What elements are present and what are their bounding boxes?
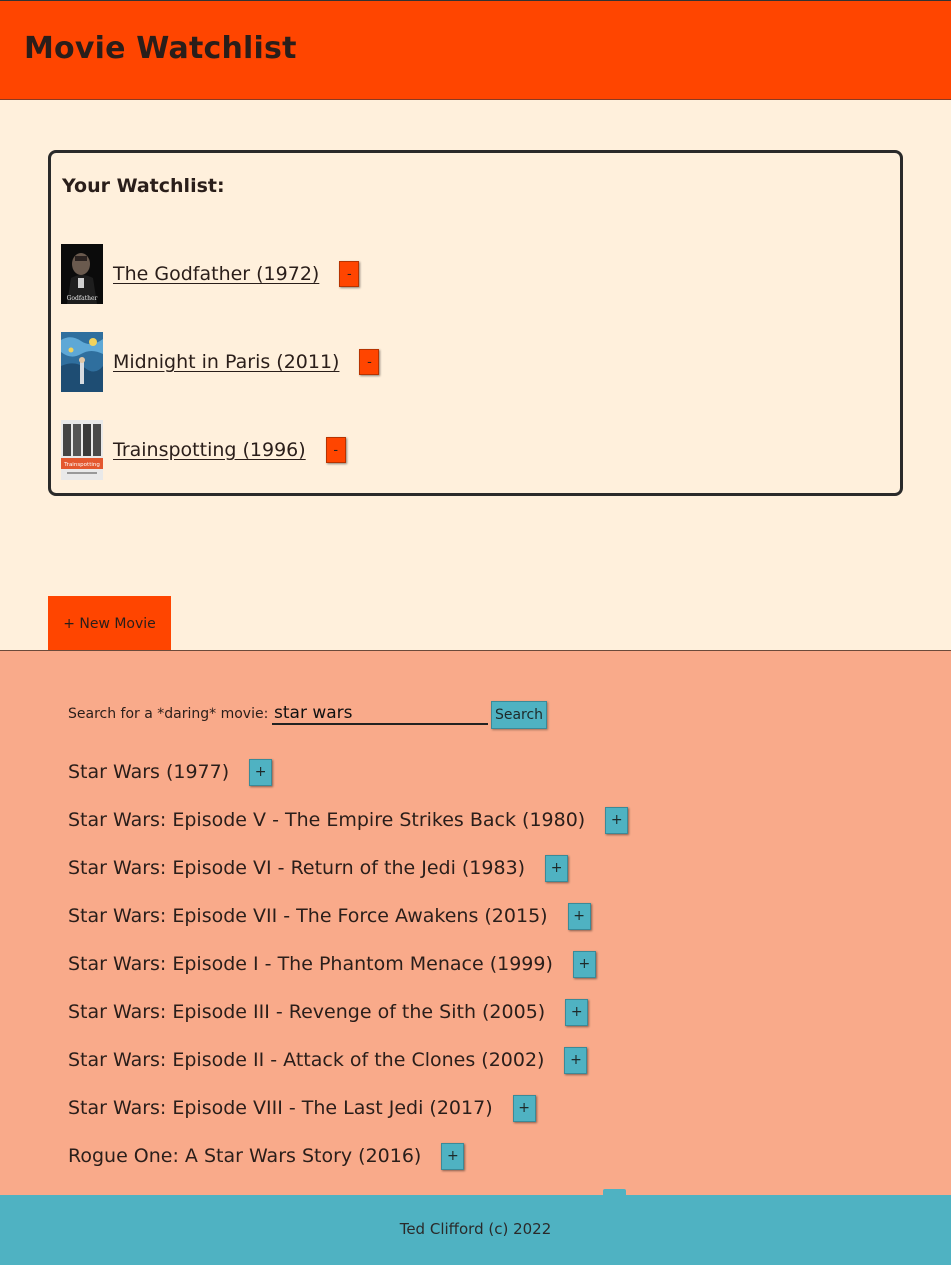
watchlist-item: Godfather The Godfather (1972) - bbox=[61, 244, 360, 304]
new-movie-button[interactable]: + New Movie bbox=[48, 596, 171, 651]
watchlist-card: Your Watchlist: Godfather The Godfather … bbox=[48, 150, 903, 496]
remove-button[interactable]: - bbox=[339, 261, 360, 287]
result-title: Star Wars: Episode VI - Return of the Je… bbox=[68, 857, 526, 879]
watchlist-item: Midnight in Paris (2011) - bbox=[61, 332, 380, 392]
app-header: Movie Watchlist bbox=[0, 0, 951, 100]
search-result: Star Wars: Episode II - Attack of the Cl… bbox=[68, 1045, 588, 1075]
result-title: Star Wars: Episode V - The Empire Strike… bbox=[68, 809, 586, 831]
result-title: Star Wars: Episode VIII - The Last Jedi … bbox=[68, 1097, 493, 1119]
add-button[interactable]: + bbox=[565, 998, 589, 1026]
search-label: Search for a *daring* movie: bbox=[68, 706, 269, 722]
midnight-in-paris-poster-icon bbox=[61, 332, 103, 392]
add-button[interactable]: + bbox=[249, 758, 273, 786]
app-footer: Ted Clifford (c) 2022 bbox=[0, 1189, 951, 1265]
result-title: Star Wars: Episode II - Attack of the Cl… bbox=[68, 1049, 545, 1071]
result-title: Star Wars: Episode III - Revenge of the … bbox=[68, 1001, 546, 1023]
result-title: Star Wars (1977) bbox=[68, 761, 230, 783]
page-title: Movie Watchlist bbox=[24, 31, 297, 66]
watchlist-item: Trainspotting Trainspotting (1996) - bbox=[61, 420, 346, 480]
remove-button[interactable]: - bbox=[359, 349, 380, 375]
footer-credit: Ted Clifford (c) 2022 bbox=[399, 1220, 552, 1238]
trainspotting-poster-icon: Trainspotting bbox=[61, 420, 103, 480]
godfather-poster-icon: Godfather bbox=[61, 244, 103, 304]
search-section: Search for a *daring* movie: Search Star… bbox=[0, 650, 951, 1195]
result-title: Star Wars: Episode I - The Phantom Menac… bbox=[68, 953, 553, 975]
search-result: Star Wars (1977) + bbox=[68, 757, 273, 787]
search-result: Rogue One: A Star Wars Story (2016) + bbox=[68, 1141, 465, 1171]
search-input[interactable] bbox=[272, 703, 488, 725]
add-button[interactable]: + bbox=[572, 950, 596, 978]
add-button[interactable]: + bbox=[605, 806, 629, 834]
search-result: Star Wars: Episode V - The Empire Strike… bbox=[68, 805, 629, 835]
footer-tab bbox=[603, 1189, 626, 1197]
watchlist-heading: Your Watchlist: bbox=[62, 175, 225, 197]
add-button[interactable]: + bbox=[545, 854, 569, 882]
search-result: Star Wars: Episode VII - The Force Awake… bbox=[68, 901, 591, 931]
search-result: Star Wars: Episode III - Revenge of the … bbox=[68, 997, 589, 1027]
result-title: Rogue One: A Star Wars Story (2016) bbox=[68, 1145, 422, 1167]
search-result: Star Wars: Episode I - The Phantom Menac… bbox=[68, 949, 596, 979]
add-button[interactable]: + bbox=[567, 902, 591, 930]
movie-link[interactable]: Trainspotting (1996) bbox=[113, 439, 306, 461]
remove-button[interactable]: - bbox=[325, 437, 346, 463]
movie-link[interactable]: Midnight in Paris (2011) bbox=[113, 351, 339, 373]
add-button[interactable]: + bbox=[441, 1142, 465, 1170]
search-button[interactable]: Search bbox=[491, 701, 547, 729]
movie-link[interactable]: The Godfather (1972) bbox=[113, 263, 319, 285]
search-result: Star Wars: Episode VIII - The Last Jedi … bbox=[68, 1093, 536, 1123]
result-title: Star Wars: Episode VII - The Force Awake… bbox=[68, 905, 548, 927]
svg-text:Godfather: Godfather bbox=[67, 295, 98, 302]
svg-text:Trainspotting: Trainspotting bbox=[63, 462, 100, 468]
add-button[interactable]: + bbox=[564, 1046, 588, 1074]
search-result: Star Wars: Episode VI - Return of the Je… bbox=[68, 853, 569, 883]
add-button[interactable]: + bbox=[512, 1094, 536, 1122]
